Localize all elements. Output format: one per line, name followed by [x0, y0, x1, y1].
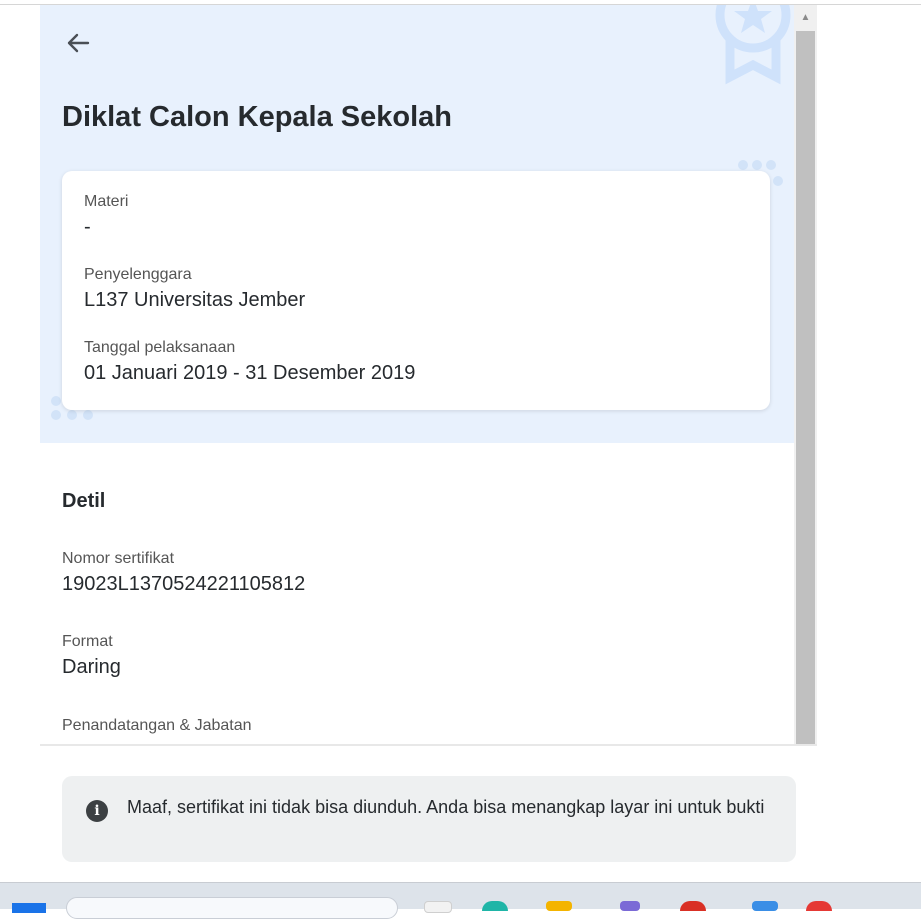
taskbar-app-icon[interactable] [620, 901, 640, 911]
start-icon[interactable] [12, 903, 46, 913]
taskbar-app-icon[interactable] [424, 901, 452, 913]
nomor-value: 19023L1370524221105812 [62, 573, 306, 595]
page-title: Diklat Calon Kepala Sekolah [62, 101, 453, 133]
certificate-panel: Diklat Calon Kepala Sekolah Materi - Pen… [40, 5, 817, 745]
folder-icon[interactable] [546, 901, 572, 911]
detail-heading: Detil [62, 490, 106, 512]
tanggal-field: Tanggal pelaksanaan 01 Januari 2019 - 31… [84, 339, 415, 385]
scroll-thumb[interactable] [796, 31, 815, 745]
format-value: Daring [62, 656, 121, 678]
tanggal-value: 01 Januari 2019 - 31 Desember 2019 [84, 362, 416, 384]
back-button[interactable] [62, 27, 94, 59]
penyelenggara-label: Penyelenggara [84, 266, 192, 283]
penyelenggara-field: Penyelenggara L137 Universitas Jember [84, 266, 305, 312]
materi-label: Materi [84, 193, 129, 210]
back-arrow-icon [67, 33, 90, 53]
panel-bottom-edge [40, 744, 817, 746]
materi-value: - [84, 216, 91, 238]
format-label: Format [62, 633, 113, 650]
nomor-field: Nomor sertifikat 19023L1370524221105812 [62, 550, 305, 596]
penandatangan-field: Penandatangan & Jabatan [62, 717, 252, 735]
hero-section: Diklat Calon Kepala Sekolah Materi - Pen… [40, 5, 794, 443]
taskbar-app-icon[interactable] [482, 901, 508, 911]
notice-text: Maaf, sertifikat ini tidak bisa diunduh.… [127, 797, 765, 817]
taskbar-search-box[interactable] [66, 897, 398, 919]
os-taskbar [0, 882, 921, 919]
materi-field: Materi - [84, 193, 128, 239]
info-card: Materi - Penyelenggara L137 Universitas … [62, 171, 770, 410]
penandatangan-label: Penandatangan & Jabatan [62, 717, 252, 734]
info-icon: i [86, 800, 108, 822]
tanggal-label: Tanggal pelaksanaan [84, 339, 236, 356]
format-field: Format Daring [62, 633, 121, 679]
scroll-up-arrow-icon: ▲ [800, 12, 811, 23]
award-badge-icon [715, 5, 791, 85]
taskbar-app-icon[interactable] [680, 901, 706, 911]
download-notice: i Maaf, sertifikat ini tidak bisa diundu… [62, 776, 796, 862]
scroll-up-button[interactable]: ▲ [794, 5, 817, 31]
vertical-scrollbar[interactable]: ▲ [794, 5, 817, 745]
penyelenggara-value: L137 Universitas Jember [84, 289, 306, 311]
taskbar-app-icon[interactable] [806, 901, 832, 911]
nomor-label: Nomor sertifikat [62, 550, 175, 567]
taskbar-app-icon[interactable] [752, 901, 778, 911]
